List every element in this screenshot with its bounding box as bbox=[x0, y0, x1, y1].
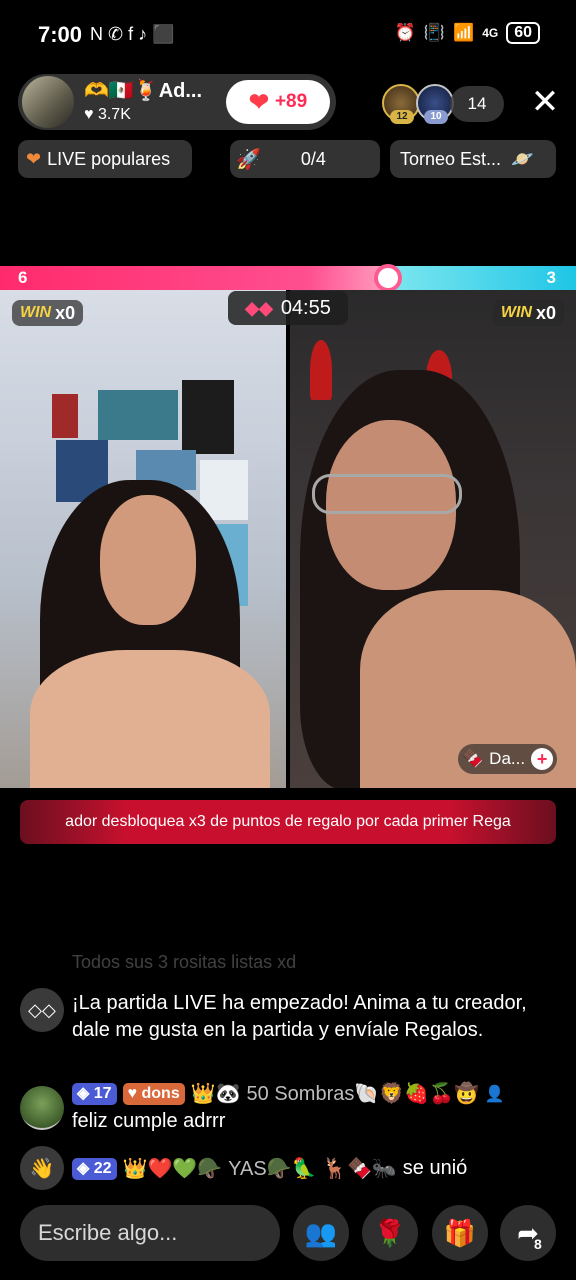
user-emojis: 👑🐼 bbox=[190, 1083, 241, 1105]
join-text: se unió bbox=[402, 1157, 468, 1179]
gift-multiplier-banner[interactable]: ador desbloquea x3 de puntos de regalo p… bbox=[20, 800, 556, 844]
wave-hand-icon: 👋 bbox=[20, 1146, 64, 1190]
win-count: x0 bbox=[535, 302, 556, 323]
chat-username[interactable]: YAS🪖🦜 🦌🍫🐜 bbox=[228, 1156, 397, 1181]
viewer-count[interactable]: 14 bbox=[450, 86, 504, 122]
add-icon[interactable]: + bbox=[531, 748, 554, 770]
win-label: WIN bbox=[20, 304, 52, 321]
live-popular-chip[interactable]: ❤ LIVE populares bbox=[18, 140, 192, 178]
host-likes: ♥ 3.7K bbox=[84, 106, 131, 123]
live-popular-label: LIVE populares bbox=[47, 148, 171, 169]
wall-poster bbox=[98, 390, 178, 440]
score-divider-knob bbox=[374, 264, 402, 292]
status-time: 7:00 bbox=[38, 22, 83, 47]
fan-club-badge: ♥ dons bbox=[122, 1082, 185, 1105]
status-bar: 7:00 N ✆ f ♪ ⬛ ⏰ 📳 📶 4G 60 bbox=[0, 0, 576, 72]
broken-heart-icon: ❤ bbox=[26, 148, 42, 169]
battle-system-icon: ◇◇ bbox=[20, 988, 64, 1032]
follow-count: +89 bbox=[274, 91, 308, 112]
share-count: 8 bbox=[534, 1236, 542, 1252]
wall-poster bbox=[182, 380, 234, 454]
host-name[interactable]: 🫶🇲🇽🍹Ad... bbox=[84, 78, 224, 103]
rose-gift-button[interactable]: 🌹 bbox=[362, 1205, 418, 1261]
right-host-video[interactable] bbox=[290, 290, 576, 788]
heart-icon: ❤ bbox=[248, 88, 269, 116]
wifi-icon: 📶 bbox=[453, 23, 475, 42]
viewer-badge: 10 bbox=[424, 110, 448, 124]
chat-message-text: feliz cumple adrrr bbox=[72, 1110, 226, 1132]
planet-icon: 🪐 bbox=[511, 148, 534, 169]
blue-score: 3 bbox=[546, 268, 556, 287]
left-host-video[interactable] bbox=[0, 290, 286, 788]
red-score: 6 bbox=[18, 268, 28, 287]
follow-button[interactable]: ❤ +89 bbox=[226, 80, 330, 124]
close-icon[interactable]: ✕ bbox=[528, 84, 562, 120]
goal-progress: 0/4 bbox=[300, 148, 326, 169]
gift-icon: 🎁 bbox=[443, 1217, 477, 1248]
person-face bbox=[100, 495, 196, 625]
wall-poster bbox=[52, 394, 78, 438]
battle-icon: ◆◆ bbox=[245, 297, 273, 318]
faded-chat-message: Todos sus 3 rositas listas xd bbox=[72, 952, 297, 972]
system-icons: ⏰ 📳 📶 4G 60 bbox=[395, 22, 540, 44]
rocket-icon: 🚀 bbox=[236, 148, 261, 171]
multi-guest-button[interactable]: 👥 bbox=[293, 1205, 349, 1261]
alarm-icon: ⏰ bbox=[394, 23, 416, 42]
person-body bbox=[30, 650, 270, 788]
goal-progress-chip[interactable]: 🚀 0/4 bbox=[230, 140, 380, 178]
win-label: WIN bbox=[500, 304, 532, 321]
glasses bbox=[312, 474, 462, 514]
battery-indicator: 60 bbox=[506, 22, 540, 44]
top-viewer-avatar-2[interactable]: 10 bbox=[416, 84, 454, 124]
chocolate-icon: 🍫 bbox=[462, 749, 484, 768]
top-gifter-chip[interactable]: 🍫 Da... + bbox=[458, 744, 558, 774]
banner-text: ador desbloquea x3 de puntos de regalo p… bbox=[65, 813, 511, 830]
battle-timer: ◆◆ 04:55 bbox=[228, 291, 348, 325]
gifter-name: Da... bbox=[489, 749, 526, 768]
chat-message-header: ◈ 17 ♥ dons 👑🐼 50 Sombras🐚🦁🍓🍒🤠 👤 bbox=[72, 1081, 505, 1106]
gift-button[interactable]: 🎁 bbox=[432, 1205, 488, 1261]
share-button[interactable]: ➦ bbox=[500, 1205, 556, 1261]
devil-horn bbox=[310, 340, 332, 400]
vibrate-icon: 📳 bbox=[423, 23, 446, 42]
comment-input[interactable]: Escribe algo... bbox=[20, 1205, 280, 1261]
battle-score-bar bbox=[0, 266, 576, 290]
timer-value: 04:55 bbox=[280, 296, 331, 319]
right-win-streak: WIN x0 bbox=[492, 300, 564, 326]
win-count: x0 bbox=[55, 302, 76, 323]
red-team-bar bbox=[0, 266, 385, 290]
notification-icons: N ✆ f ♪ ⬛ bbox=[90, 24, 175, 44]
profile-icon: 👤 bbox=[484, 1085, 505, 1103]
tournament-label: Torneo Est... bbox=[400, 148, 502, 169]
chat-username[interactable]: 50 Sombras🐚🦁🍓🍒🤠 bbox=[247, 1081, 479, 1106]
host-avatar[interactable] bbox=[20, 74, 76, 130]
system-message: ¡La partida LIVE ha empezado! Anima a tu… bbox=[72, 992, 527, 1041]
left-win-streak: WIN x0 bbox=[12, 300, 84, 326]
tournament-chip[interactable]: Torneo Est... 🪐 bbox=[390, 140, 556, 178]
level-badge: ◈ 17 bbox=[72, 1082, 117, 1105]
chat-avatar[interactable] bbox=[20, 1086, 64, 1130]
viewer-badge: 12 bbox=[390, 110, 414, 124]
guests-icon: 👥 bbox=[304, 1217, 338, 1248]
rose-icon: 🌹 bbox=[373, 1217, 407, 1248]
user-emojis: 👑❤️💚🪖 bbox=[122, 1158, 223, 1180]
network-label: 4G bbox=[482, 26, 499, 40]
top-viewer-avatar-1[interactable]: 12 bbox=[382, 84, 420, 124]
level-badge: ◈ 22 bbox=[72, 1157, 117, 1180]
join-message: ◈ 22 👑❤️💚🪖 YAS🪖🦜 🦌🍫🐜 se unió bbox=[72, 1156, 467, 1181]
